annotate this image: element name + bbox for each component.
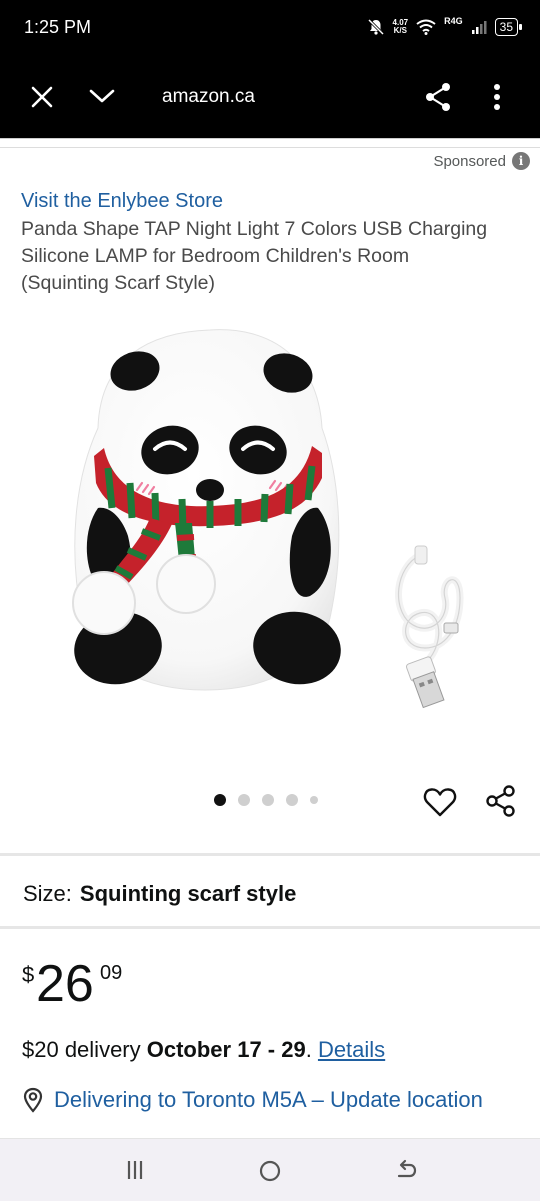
panda-lamp-illustration xyxy=(72,329,464,709)
image-carousel-dots[interactable] xyxy=(214,794,318,806)
location-text[interactable]: Delivering to Toronto M5A – Update locat… xyxy=(22,1085,492,1115)
signal-label: R4G xyxy=(444,16,463,26)
delivery-info: $20 delivery October 17 - 29. Details xyxy=(22,1037,386,1062)
status-time: 1:25 PM xyxy=(24,17,92,37)
more-vertical-icon[interactable] xyxy=(492,83,502,111)
back-icon[interactable] xyxy=(394,1159,418,1181)
section-divider xyxy=(0,853,540,856)
size-selector[interactable]: Size: Squinting scarf style xyxy=(23,881,296,907)
delivery-date: October 17 - 29 xyxy=(146,1037,306,1062)
wifi-icon xyxy=(416,19,436,35)
sponsored-label[interactable]: Sponsored i xyxy=(433,152,530,170)
carousel-dot[interactable] xyxy=(262,794,274,806)
signal-bars-icon xyxy=(471,21,487,34)
heart-icon[interactable] xyxy=(423,786,457,818)
browser-toolbar: amazon.ca xyxy=(0,56,540,138)
system-nav-bar xyxy=(0,1138,540,1201)
delivery-location[interactable]: Delivering to Toronto M5A – Update locat… xyxy=(22,1085,492,1115)
product-title: Panda Shape TAP Night Light 7 Colors USB… xyxy=(21,218,488,294)
status-bar: 1:25 PM 4.07 K/S R4G 35 xyxy=(0,0,540,56)
carousel-dot[interactable] xyxy=(238,794,250,806)
size-value: Squinting scarf style xyxy=(79,881,297,906)
status-icons: 4.07 K/S R4G 35 xyxy=(367,15,523,39)
muted-bell-icon xyxy=(367,18,384,36)
location-pin-icon xyxy=(23,1087,43,1113)
close-icon[interactable] xyxy=(30,85,54,109)
size-label: Size: xyxy=(23,881,72,906)
carousel-dot[interactable] xyxy=(286,794,298,806)
section-divider xyxy=(0,926,540,929)
product-image[interactable] xyxy=(0,318,540,768)
delivery-details-link[interactable]: Details xyxy=(318,1037,385,1062)
delivery-cost: $20 delivery xyxy=(22,1037,147,1062)
net-speed: 4.07 K/S xyxy=(392,18,409,35)
url-display[interactable]: amazon.ca xyxy=(162,86,255,108)
price-whole: 26 xyxy=(36,955,94,1013)
recent-apps-icon[interactable] xyxy=(124,1159,146,1181)
share-icon[interactable] xyxy=(424,82,452,112)
share-icon[interactable] xyxy=(484,784,518,818)
price-fraction: 09 xyxy=(100,962,123,984)
info-icon[interactable]: i xyxy=(512,152,530,170)
toolbar-divider xyxy=(0,138,540,148)
carousel-dot[interactable] xyxy=(214,794,226,806)
chevron-down-icon[interactable] xyxy=(88,86,116,106)
home-icon[interactable] xyxy=(258,1159,282,1183)
store-link[interactable]: Visit the Enlybee Store xyxy=(21,190,223,213)
price-currency: $ xyxy=(22,962,35,987)
carousel-dot[interactable] xyxy=(310,796,318,804)
battery-indicator: 35 xyxy=(494,18,523,36)
